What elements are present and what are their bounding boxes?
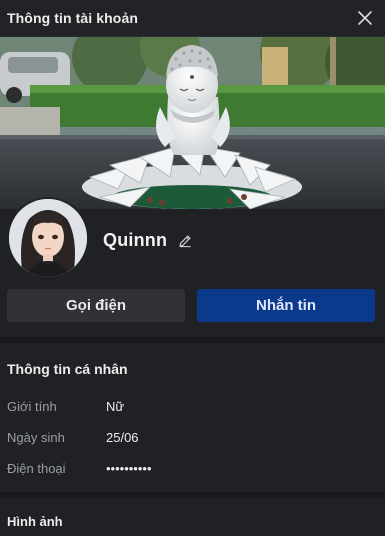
display-name: Quinnn (103, 230, 168, 250)
avatar[interactable] (7, 197, 89, 279)
profile-row: Quinnn (0, 197, 385, 299)
personal-info-section: Thông tin cá nhân Giới tính Nữ Ngày sinh… (0, 346, 385, 484)
gender-value: Nữ (106, 399, 125, 414)
action-buttons: Gọi điện Nhắn tin (7, 289, 375, 322)
info-row-phone: Điện thoại •••••••••• (0, 453, 385, 484)
images-section-title: Hình ảnh (7, 514, 63, 529)
birthday-value: 25/06 (106, 430, 139, 445)
phone-value: •••••••••• (106, 461, 152, 476)
panel-header: Thông tin tài khoản (0, 0, 385, 37)
gender-label: Giới tính (7, 399, 57, 414)
close-icon[interactable] (355, 8, 375, 28)
pencil-icon[interactable] (177, 233, 193, 249)
message-button[interactable]: Nhắn tin (197, 289, 375, 322)
panel-title: Thông tin tài khoản (7, 10, 138, 26)
birthday-label: Ngày sinh (7, 430, 65, 445)
name-row: Quinnn (103, 230, 193, 251)
phone-label: Điện thoại (7, 461, 66, 476)
call-button[interactable]: Gọi điện (7, 289, 185, 322)
info-row-birthday: Ngày sinh 25/06 (0, 422, 385, 453)
personal-info-rows: Giới tính Nữ Ngày sinh 25/06 Điện thoại … (0, 391, 385, 484)
info-row-gender: Giới tính Nữ (0, 391, 385, 422)
cover-photo[interactable] (0, 37, 385, 209)
section-divider (0, 337, 385, 343)
section-divider (0, 492, 385, 498)
account-info-panel: Thông tin tài khoản Quinnn Gọi điện Nhắn… (0, 0, 385, 536)
personal-info-title: Thông tin cá nhân (7, 361, 128, 377)
